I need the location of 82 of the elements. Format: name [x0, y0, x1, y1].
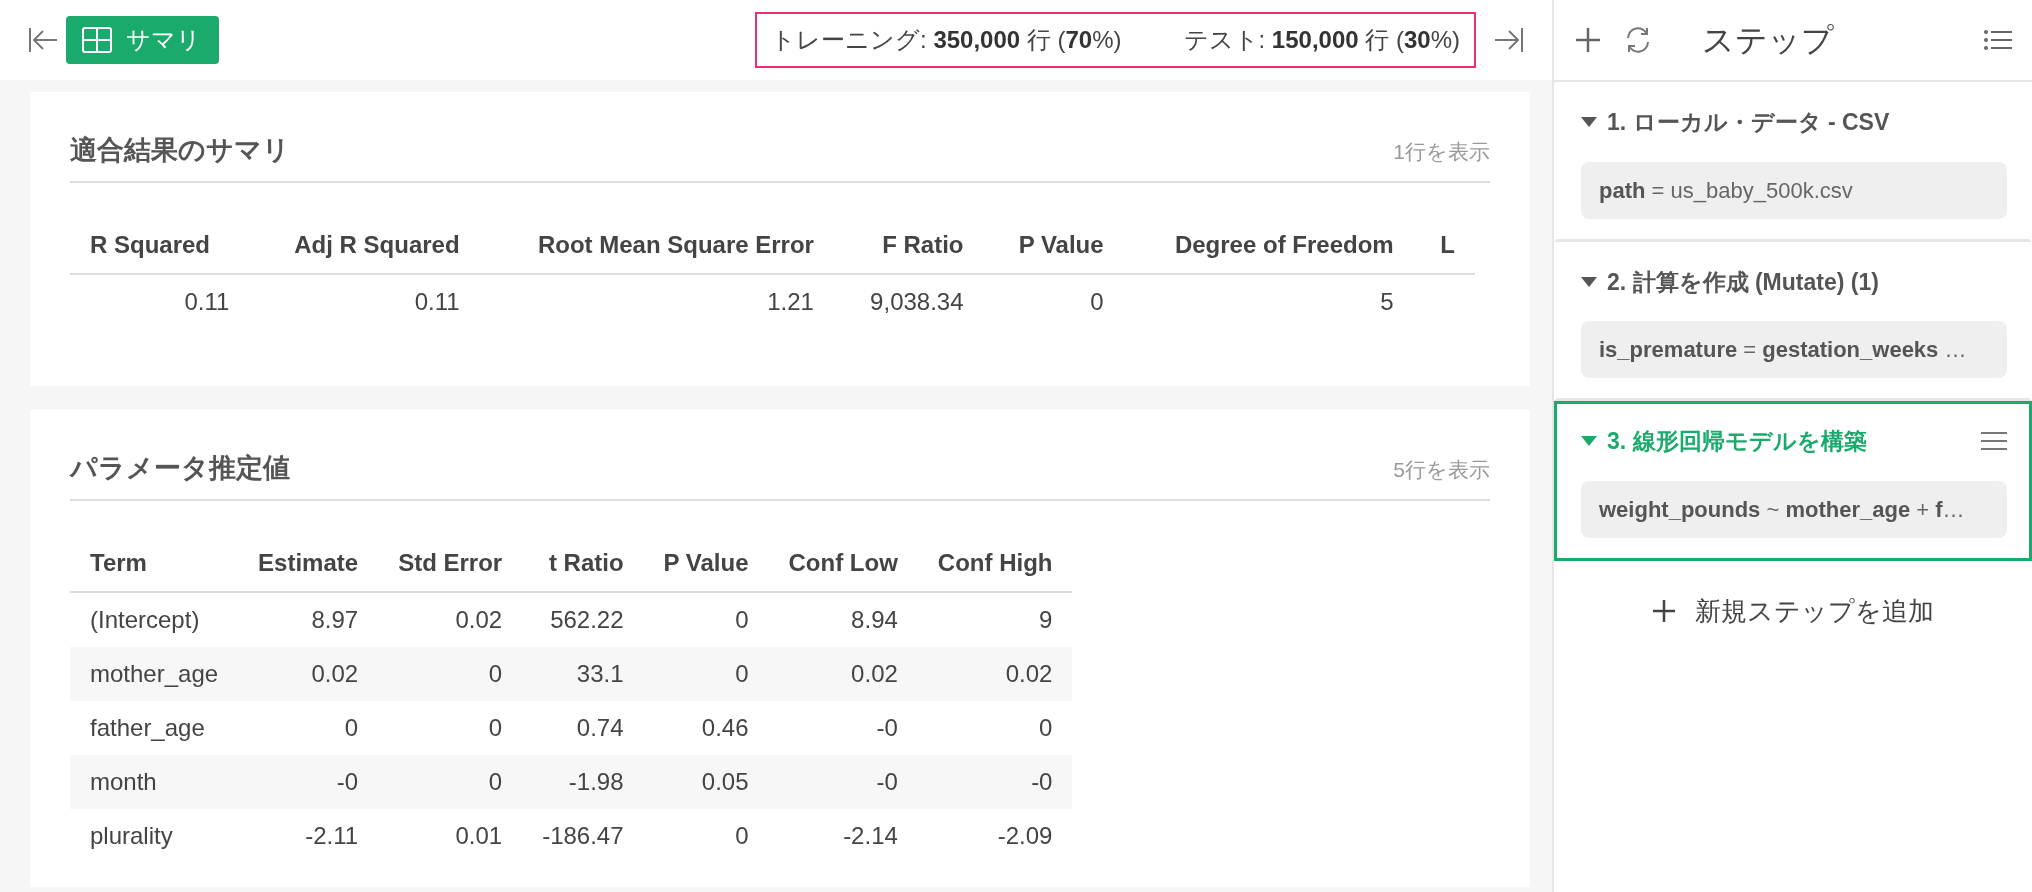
column-header[interactable]: P Value — [983, 216, 1124, 274]
column-header[interactable]: t Ratio — [522, 534, 644, 592]
table-cell: 0 — [378, 700, 523, 755]
column-header[interactable]: Root Mean Square Error — [479, 216, 834, 274]
table-cell: 0.02 — [917, 646, 1073, 701]
table-cell: 0 — [917, 700, 1073, 755]
column-header[interactable]: Adj R Squared — [249, 216, 480, 274]
column-header[interactable]: Std Error — [378, 534, 523, 592]
plus-icon[interactable] — [1576, 28, 1600, 52]
table-cell: 0 — [378, 754, 523, 809]
table-cell: 0.74 — [522, 700, 644, 755]
table-cell: 5 — [1123, 273, 1414, 329]
table-cell: 0.02 — [768, 646, 918, 701]
table-cell: 0.11 — [249, 273, 480, 329]
row-count: 1行を表示 — [1393, 139, 1490, 165]
table-cell: -2.11 — [238, 808, 379, 863]
refresh-icon[interactable] — [1624, 26, 1652, 54]
table-cell: -1.98 — [522, 754, 644, 809]
step-title: 1. ローカル・データ - CSV — [1607, 108, 1890, 137]
column-header[interactable]: L — [1413, 216, 1475, 274]
list-icon[interactable] — [1984, 29, 2012, 51]
panel-title: ステップ — [1702, 21, 1834, 60]
table-cell: 0 — [983, 273, 1124, 329]
step-detail: is_premature = gestation_weeks … — [1581, 321, 2007, 378]
table-cell: 9,038.34 — [833, 273, 984, 329]
table-cell: 0 — [643, 646, 769, 701]
table-cell: father_age — [70, 700, 239, 755]
table-cell: month — [70, 754, 239, 809]
table-cell: mother_age — [70, 646, 239, 701]
column-header[interactable]: R Squared — [70, 216, 250, 274]
collapse-left-icon[interactable] — [28, 27, 58, 53]
column-header[interactable]: Conf Low — [768, 534, 918, 592]
table-cell: 9 — [917, 591, 1073, 647]
table-cell: -0 — [768, 700, 918, 755]
table-cell: 8.97 — [238, 591, 379, 647]
table-cell: 562.22 — [522, 591, 644, 647]
table-cell: -2.14 — [768, 808, 918, 863]
column-header[interactable]: Degree of Freedom — [1123, 216, 1414, 274]
column-header[interactable]: Conf High — [917, 534, 1073, 592]
split-info-text: テスト: 150,000 行 (30%) — [1183, 25, 1460, 55]
table-cell: 0.02 — [238, 646, 379, 701]
column-header[interactable]: F Ratio — [833, 216, 984, 274]
grid-icon — [82, 27, 112, 53]
split-info-text: トレーニング: 350,000 行 (70%) — [771, 25, 1122, 55]
table-cell: 1.21 — [479, 273, 834, 329]
column-header[interactable]: Term — [70, 534, 239, 592]
step-title: 3. 線形回帰モデルを構築 — [1607, 427, 1867, 456]
caret-down-icon[interactable] — [1581, 117, 1597, 128]
table-cell: 33.1 — [522, 646, 644, 701]
menu-icon[interactable] — [1981, 431, 2007, 452]
step-detail: weight_pounds ~ mother_age + f… — [1581, 480, 2007, 538]
card-title: 適合結果のサマリ — [70, 134, 290, 167]
step-item[interactable]: 2. 計算を作成 (Mutate) (1) is_premature = gestation_weeks … — [1554, 241, 2032, 401]
step-item[interactable]: 1. ローカル・データ - CSV path = us_baby_500k.csv — [1554, 82, 2032, 242]
table-cell: -186.47 — [522, 808, 644, 863]
step-title: 2. 計算を作成 (Mutate) (1) — [1607, 267, 1879, 297]
table-cell: -0 — [238, 754, 379, 809]
table-cell: 0.46 — [643, 700, 769, 755]
table-cell: 0 — [643, 808, 769, 863]
step-item[interactable]: 3. 線形回帰モデルを構築 weight_pounds ~ mother_age + f… — [1554, 401, 2032, 561]
table-cell: plurality — [70, 808, 239, 863]
caret-down-icon[interactable] — [1581, 276, 1597, 287]
card-title: パラメータ推定値 — [70, 452, 290, 485]
table-cell: 0 — [238, 700, 379, 755]
column-header[interactable]: P Value — [643, 534, 769, 592]
table-cell: 0.02 — [378, 591, 523, 647]
table-cell: -2.09 — [917, 808, 1073, 863]
table-cell: 0.11 — [70, 273, 250, 329]
table-cell: 0 — [643, 591, 769, 647]
table-cell: -0 — [768, 754, 918, 809]
table-cell: 0.05 — [643, 754, 769, 809]
table-cell: -0 — [917, 754, 1073, 809]
plus-icon — [1652, 600, 1675, 622]
column-header[interactable]: Estimate — [238, 534, 379, 592]
table-cell: 0.01 — [378, 808, 523, 863]
table-cell: 8.94 — [768, 591, 918, 647]
expand-right-icon[interactable] — [1494, 27, 1524, 53]
row-count: 5行を表示 — [1393, 457, 1490, 483]
step-detail: path = us_baby_500k.csv — [1581, 161, 2007, 219]
table-cell: 0 — [378, 646, 523, 701]
add-step-button[interactable]: 新規ステップを追加 — [1646, 590, 1940, 632]
table-cell: (Intercept) — [70, 591, 239, 647]
